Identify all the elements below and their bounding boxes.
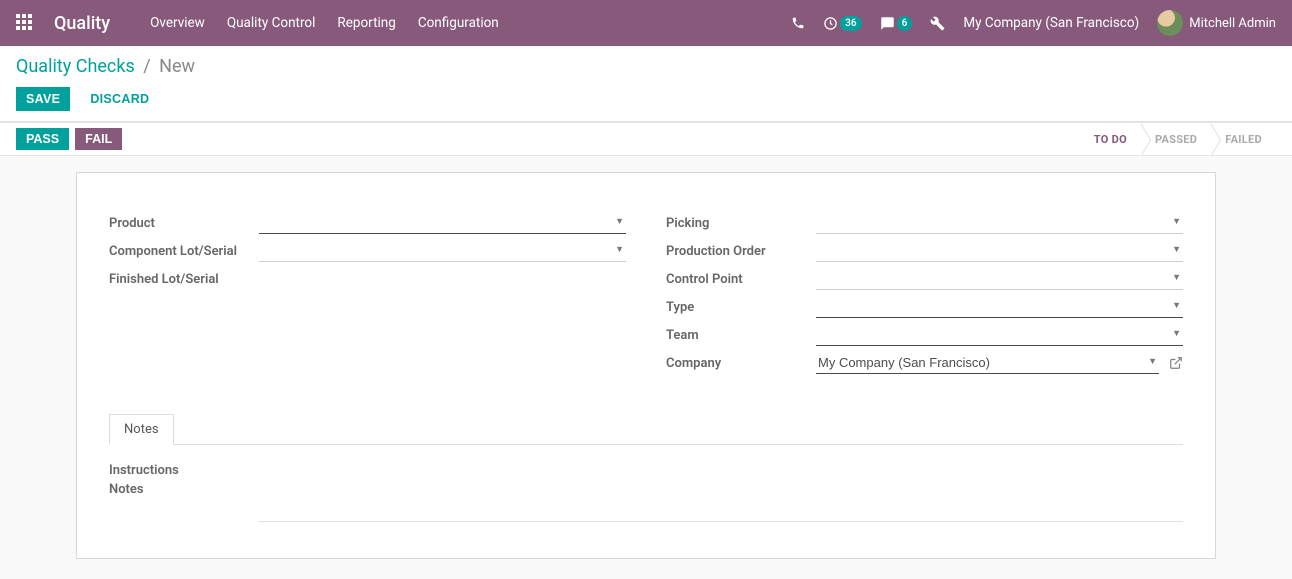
input-component-lot[interactable]	[259, 240, 626, 262]
tabs: Notes	[109, 413, 1183, 445]
row-product: Product ▼	[109, 209, 626, 237]
top-nav: Quality Overview Quality Control Reporti…	[0, 0, 1292, 46]
phone-icon[interactable]	[791, 16, 805, 30]
breadcrumb: Quality Checks / New	[16, 56, 1276, 77]
row-control-point: Control Point ▼	[666, 265, 1183, 293]
nav-link-quality-control[interactable]: Quality Control	[227, 15, 316, 31]
row-production-order: Production Order ▼	[666, 237, 1183, 265]
field-notes[interactable]	[259, 482, 1183, 522]
form-sheet: Product ▼ Component Lot/Serial ▼ Finishe…	[76, 172, 1216, 559]
apps-icon[interactable]	[16, 14, 34, 32]
app-brand[interactable]: Quality	[54, 13, 110, 34]
row-type: Type ▼	[666, 293, 1183, 321]
breadcrumb-current: New	[159, 56, 195, 77]
external-link-icon[interactable]	[1169, 356, 1183, 370]
company-switcher[interactable]: My Company (San Francisco)	[963, 15, 1139, 31]
label-component-lot: Component Lot/Serial	[109, 244, 259, 259]
row-finished-lot: Finished Lot/Serial	[109, 265, 626, 293]
stage-passed[interactable]: PASSED	[1141, 123, 1211, 155]
input-control-point[interactable]	[816, 268, 1183, 290]
row-company: Company ▼	[666, 349, 1183, 377]
input-team[interactable]	[816, 324, 1183, 346]
label-type: Type	[666, 300, 816, 315]
sheet-wrap: Product ▼ Component Lot/Serial ▼ Finishe…	[0, 156, 1292, 575]
field-production-order[interactable]: ▼	[816, 240, 1183, 262]
status-stages: TO DO PASSED FAILED	[1080, 123, 1292, 155]
field-control-point[interactable]: ▼	[816, 268, 1183, 290]
label-control-point: Control Point	[666, 272, 816, 287]
nav-right: 36 6 My Company (San Francisco) Mitchell…	[791, 10, 1276, 36]
label-company: Company	[666, 356, 816, 371]
row-notes: Notes	[109, 482, 1183, 522]
input-type[interactable]	[816, 296, 1183, 318]
label-instructions: Instructions	[109, 463, 259, 478]
field-type[interactable]: ▼	[816, 296, 1183, 318]
stage-todo[interactable]: TO DO	[1080, 123, 1141, 155]
header-area: Quality Checks / New SAVE DISCARD	[0, 46, 1292, 122]
form-grid: Product ▼ Component Lot/Serial ▼ Finishe…	[109, 209, 1183, 377]
label-finished-lot: Finished Lot/Serial	[109, 272, 259, 287]
fail-button[interactable]: FAIL	[75, 128, 122, 150]
input-picking[interactable]	[816, 212, 1183, 234]
form-col-right: Picking ▼ Production Order ▼ Control Poi…	[666, 209, 1183, 377]
tab-content-notes: Instructions Notes	[109, 445, 1183, 522]
label-notes: Notes	[109, 482, 259, 497]
field-company[interactable]: ▼	[816, 352, 1159, 374]
label-team: Team	[666, 328, 816, 343]
label-picking: Picking	[666, 216, 816, 231]
field-component-lot[interactable]: ▼	[259, 240, 626, 262]
field-picking[interactable]: ▼	[816, 212, 1183, 234]
field-product[interactable]: ▼	[259, 212, 626, 234]
row-team: Team ▼	[666, 321, 1183, 349]
nav-link-reporting[interactable]: Reporting	[337, 15, 395, 31]
save-button[interactable]: SAVE	[16, 87, 70, 111]
form-col-left: Product ▼ Component Lot/Serial ▼ Finishe…	[109, 209, 626, 377]
messaging-icon[interactable]: 6	[880, 16, 913, 31]
input-company[interactable]	[816, 352, 1159, 374]
field-team[interactable]: ▼	[816, 324, 1183, 346]
messaging-badge: 6	[897, 16, 913, 31]
nav-link-configuration[interactable]: Configuration	[418, 15, 499, 31]
input-production-order[interactable]	[816, 240, 1183, 262]
avatar	[1157, 10, 1183, 36]
status-bar: PASS FAIL TO DO PASSED FAILED	[0, 122, 1292, 156]
breadcrumb-parent[interactable]: Quality Checks	[16, 56, 135, 77]
row-component-lot: Component Lot/Serial ▼	[109, 237, 626, 265]
status-buttons: PASS FAIL	[0, 123, 122, 155]
debug-icon[interactable]	[930, 16, 945, 31]
input-product[interactable]	[259, 212, 626, 234]
activity-icon[interactable]: 36	[823, 16, 861, 31]
tab-notes[interactable]: Notes	[109, 414, 174, 445]
nav-link-overview[interactable]: Overview	[150, 15, 205, 31]
user-name: Mitchell Admin	[1189, 16, 1276, 31]
pass-button[interactable]: PASS	[16, 128, 69, 150]
label-product: Product	[109, 216, 259, 231]
row-picking: Picking ▼	[666, 209, 1183, 237]
nav-links: Overview Quality Control Reporting Confi…	[150, 15, 499, 31]
row-instructions: Instructions	[109, 463, 1183, 478]
discard-button[interactable]: DISCARD	[80, 87, 159, 111]
activity-badge: 36	[840, 16, 861, 31]
label-production-order: Production Order	[666, 244, 816, 259]
action-row: SAVE DISCARD	[16, 87, 1276, 121]
user-menu[interactable]: Mitchell Admin	[1157, 10, 1276, 36]
